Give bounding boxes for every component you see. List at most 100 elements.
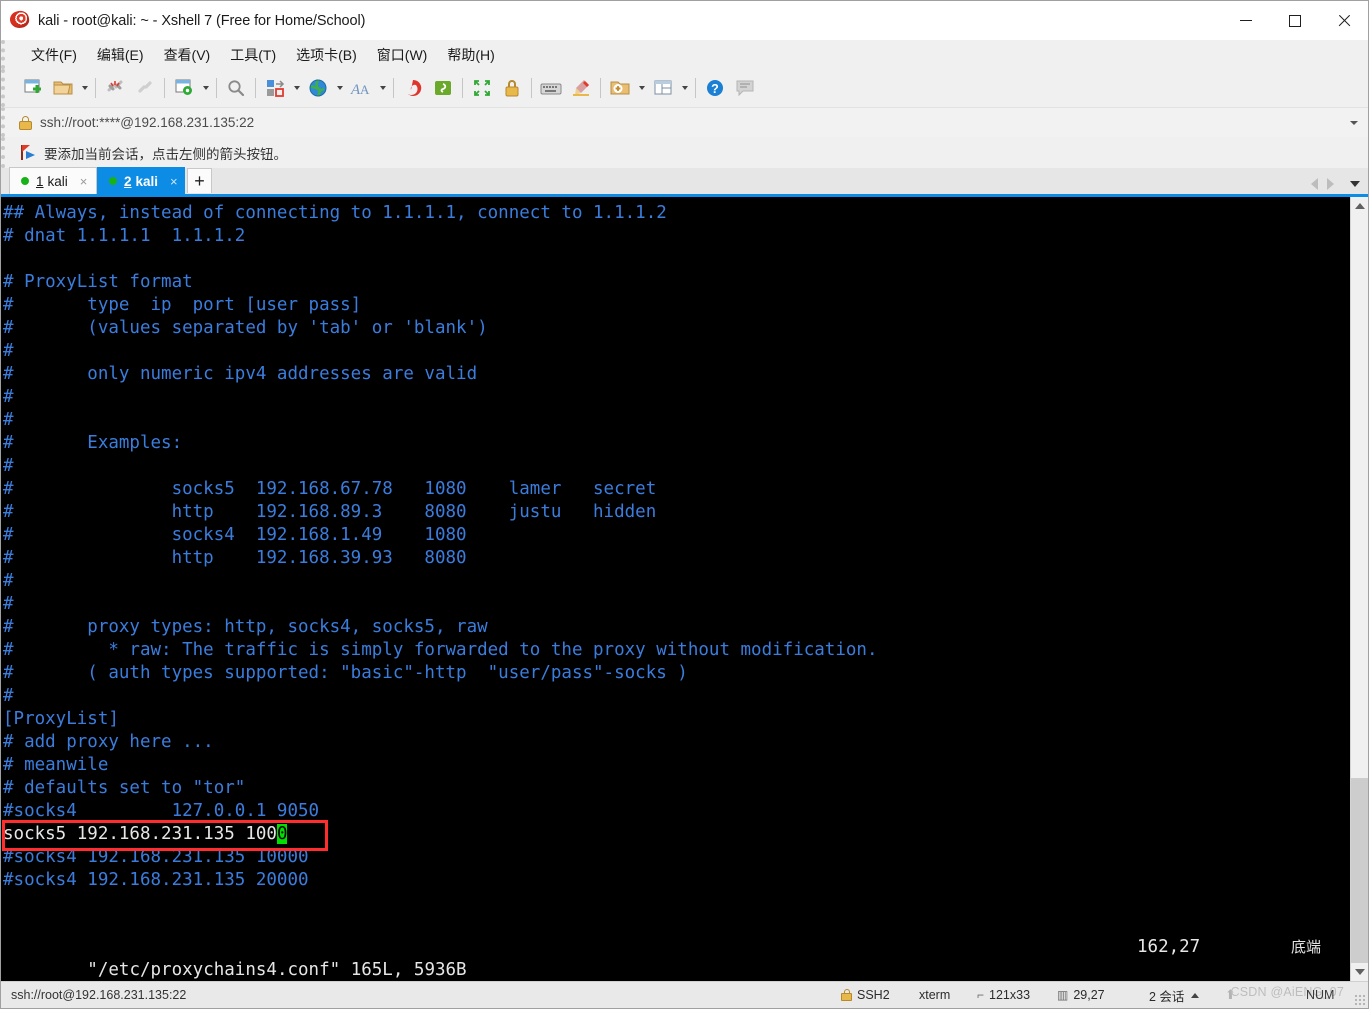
xshell-icon[interactable] [398, 73, 428, 103]
open-folder-icon[interactable] [48, 73, 78, 103]
help-icon[interactable]: ? [700, 73, 730, 103]
resize-grip[interactable] [1354, 994, 1365, 1005]
font-dropdown[interactable] [376, 73, 389, 103]
terminal-area: ## Always, instead of connecting to 1.1.… [1, 197, 1368, 981]
vim-cursor-position: 162,27 [1137, 937, 1201, 957]
menu-file[interactable]: 文件(F) [21, 41, 87, 69]
svg-text:?: ? [711, 82, 719, 96]
session-properties-icon[interactable] [169, 73, 199, 103]
terminal-line: # [3, 456, 14, 476]
toolbar-separator [531, 78, 532, 98]
add-folder-dropdown[interactable] [635, 73, 648, 103]
tab-session-1[interactable]: 1 kali × [9, 167, 97, 194]
connected-dot-icon [21, 177, 29, 185]
maximize-button[interactable] [1270, 1, 1319, 40]
vim-status-line: "/etc/proxychains4.conf" 165L, 5936B 162… [1, 936, 1350, 980]
layout-icon[interactable] [648, 73, 678, 103]
terminal-line: # * raw: The traffic is simply forwarded… [3, 640, 878, 660]
window-title: kali - root@kali: ~ - Xshell 7 (Free for… [38, 12, 366, 29]
tab-close-icon[interactable]: × [80, 175, 88, 188]
keyboard-icon[interactable] [536, 73, 566, 103]
terminal-cursor: 0 [276, 824, 288, 844]
toolbar-separator [695, 78, 696, 98]
prev-tab-arrow-icon[interactable] [1311, 178, 1318, 190]
new-session-icon[interactable] [18, 73, 48, 103]
terminal-scrollbar[interactable] [1350, 197, 1368, 981]
menu-tools[interactable]: 工具(T) [220, 41, 286, 69]
terminal-line: ## Always, instead of connecting to 1.1.… [3, 203, 667, 223]
chat-icon[interactable] [730, 73, 760, 103]
open-folder-dropdown[interactable] [78, 73, 91, 103]
terminal-line: # only numeric ipv4 addresses are valid [3, 364, 478, 384]
title-bar: kali - root@kali: ~ - Xshell 7 (Free for… [1, 1, 1368, 40]
scroll-down-button[interactable] [1351, 963, 1368, 981]
notice-bar: 要添加当前会话，点击左侧的箭头按钮。 [1, 137, 1368, 168]
font-icon[interactable]: AA [346, 73, 376, 103]
menu-bar: 文件(F) 编辑(E) 查看(V) 工具(T) 选项卡(B) 窗口(W) 帮助(… [1, 40, 1368, 69]
menu-help[interactable]: 帮助(H) [437, 41, 504, 69]
layout-dropdown[interactable] [678, 73, 691, 103]
chevron-down-icon[interactable] [1350, 181, 1360, 187]
status-sessions-label: 2 会话 [1149, 989, 1185, 1004]
toolbar-separator [164, 78, 165, 98]
chevron-up-icon [1354, 203, 1365, 209]
scrollbar-thumb[interactable] [1351, 778, 1368, 963]
terminal-line: # [3, 341, 14, 361]
tab-bar: 1 kali × 2 kali × + [1, 167, 1368, 197]
terminal-line: # [3, 571, 14, 591]
new-tab-button[interactable]: + [187, 168, 212, 193]
address-bar[interactable]: ssh://root:****@192.168.231.135:22 [1, 107, 1368, 137]
chevron-up-icon[interactable] [1191, 992, 1200, 998]
transfer-file-icon[interactable] [260, 73, 290, 103]
disconnect-icon[interactable] [100, 73, 130, 103]
lock-icon[interactable] [497, 73, 527, 103]
status-url: ssh://root@192.168.231.135:22 [11, 988, 187, 1002]
address-input[interactable]: ssh://root:****@192.168.231.135:22 [40, 115, 254, 130]
status-size: ⌐ 121x33 [977, 988, 1030, 1002]
tab-close-icon[interactable]: × [170, 175, 178, 188]
fullscreen-icon[interactable] [467, 73, 497, 103]
status-sessions[interactable]: 2 会话 [1149, 986, 1200, 1005]
address-dropdown-icon[interactable] [1350, 108, 1358, 138]
toolbar-separator [462, 78, 463, 98]
vim-bottom-indicator: 底端 [1291, 938, 1322, 956]
reconnect-icon[interactable] [130, 73, 160, 103]
menu-view[interactable]: 查看(V) [154, 41, 221, 69]
terminal-line: # type ip port [user pass] [3, 295, 362, 315]
tab-navigation [1311, 178, 1360, 190]
minimize-button[interactable] [1221, 1, 1270, 40]
terminal-line: #socks4 192.168.231.135 20000 [3, 870, 309, 890]
toolbar: AA ? [1, 69, 1368, 107]
find-icon[interactable] [221, 73, 251, 103]
terminal-line: # ProxyList format [3, 272, 193, 292]
globe-icon[interactable] [303, 73, 333, 103]
status-cursor: ▥ 29,27 [1057, 988, 1105, 1002]
lock-icon [19, 115, 32, 130]
session-properties-dropdown[interactable] [199, 73, 212, 103]
tab-session-2[interactable]: 2 kali × [97, 167, 185, 194]
scrollbar-track[interactable] [1351, 215, 1368, 963]
lock-icon [841, 989, 852, 1001]
menu-edit[interactable]: 编辑(E) [87, 41, 154, 69]
toolbar-separator [600, 78, 601, 98]
terminal-line: #socks4 127.0.0.1 9050 [3, 801, 320, 821]
transfer-file-dropdown[interactable] [290, 73, 303, 103]
add-folder-icon[interactable] [605, 73, 635, 103]
menu-tabs[interactable]: 选项卡(B) [286, 41, 367, 69]
status-protocol: SSH2 [841, 988, 890, 1002]
terminal-line: # [3, 410, 14, 430]
next-tab-arrow-icon[interactable] [1327, 178, 1334, 190]
vim-file-info: "/etc/proxychains4.conf" 165L, 5936B [87, 960, 467, 980]
scroll-up-button[interactable] [1351, 197, 1368, 215]
menu-window[interactable]: 窗口(W) [367, 41, 438, 69]
xshell-window: kali - root@kali: ~ - Xshell 7 (Free for… [0, 0, 1369, 1009]
globe-dropdown[interactable] [333, 73, 346, 103]
status-cursor-label: 29,27 [1073, 988, 1105, 1002]
terminal-output[interactable]: ## Always, instead of connecting to 1.1.… [1, 197, 1350, 981]
close-button[interactable] [1319, 1, 1368, 40]
terminal-line-text: socks5 192.168.231.135 100 [3, 824, 277, 844]
terminal-line: # ( auth types supported: "basic"-http "… [3, 663, 688, 683]
highlight-icon[interactable] [566, 73, 596, 103]
xftp-icon[interactable] [428, 73, 458, 103]
